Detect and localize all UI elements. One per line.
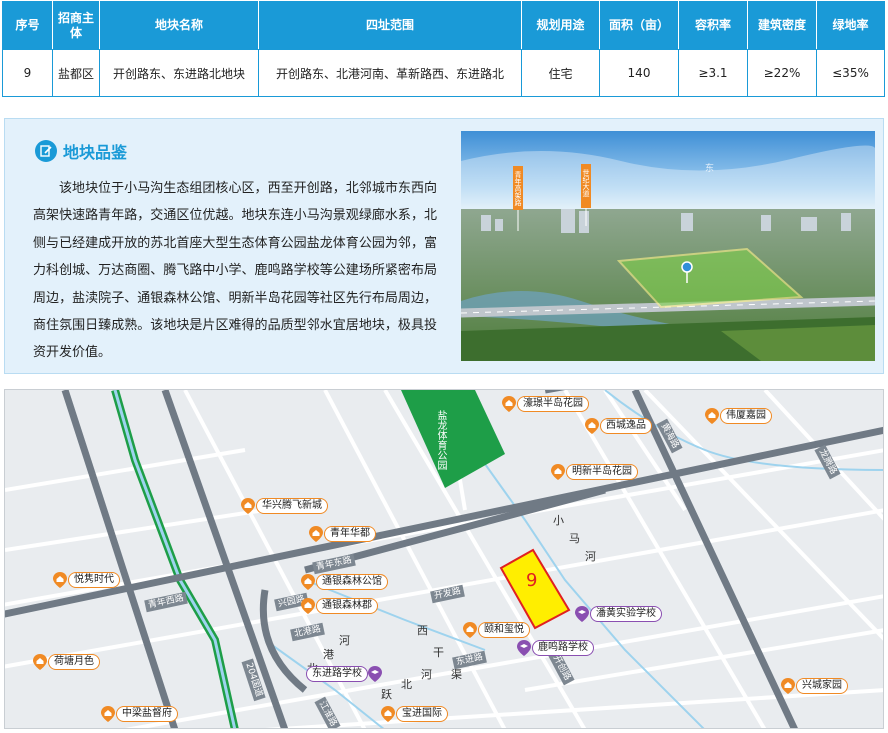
poi-label: 明新半岛花园 [566, 464, 638, 480]
xigan-canal-label-2: 干 [433, 646, 444, 659]
header-area: 面积（亩） [599, 1, 679, 50]
poi-huaxing[interactable]: 华兴腾飞新城 [241, 498, 328, 514]
school-pin-icon [368, 666, 382, 682]
residence-pin-icon [33, 654, 47, 670]
yuebei-river-label-2: 北 [401, 678, 412, 691]
poi-label: 华兴腾飞新城 [256, 498, 328, 514]
cell-serial: 9 [2, 49, 53, 97]
plot-number-label: 9 [526, 570, 538, 591]
poi-label: 鹿鸣路学校 [532, 640, 594, 656]
cell-area: 140 [599, 49, 679, 97]
poi-label: 中梁盐督府 [116, 706, 178, 722]
cell-green: ≤35% [816, 49, 885, 97]
header-density: 建筑密度 [747, 1, 817, 50]
poi-dongjin-school[interactable]: 东进路学校 [305, 666, 382, 682]
poi-label: 通银森林公馆 [316, 574, 388, 590]
poi-label: 宝进国际 [396, 706, 448, 722]
poi-label: 兴城家园 [796, 678, 848, 694]
header-usage: 规划用途 [521, 1, 600, 50]
poi-label: 青年华都 [324, 526, 376, 542]
poi-xicheng[interactable]: 西城逸品 [585, 418, 652, 434]
residence-pin-icon [502, 396, 516, 412]
residence-pin-icon [309, 526, 323, 542]
residence-pin-icon [705, 408, 719, 424]
poi-zhongliang[interactable]: 中梁盐督府 [101, 706, 178, 722]
poi-tongyin-gongguan[interactable]: 通银森林公馆 [301, 574, 388, 590]
edit-note-icon [35, 140, 57, 162]
yuebei-river-label-1: 跃 [381, 688, 392, 701]
plot-review-text: 该地块位于小马沟生态组团核心区，西至开创路，北邻城市东西向高架快速路青年路，交通… [33, 181, 437, 361]
cell-usage: 住宅 [521, 49, 600, 97]
residence-pin-icon [53, 572, 67, 588]
table-header-row: 序号 招商主体 地块名称 四址范围 规划用途 面积（亩） 容积率 建筑密度 绿地… [2, 1, 885, 50]
photo-tag-3: 东 [705, 162, 714, 174]
poi-label: 东进路学校 [306, 666, 368, 682]
residence-pin-icon [585, 418, 599, 434]
residence-pin-icon [241, 498, 255, 514]
header-far: 容积率 [678, 1, 748, 50]
poi-weisha[interactable]: 伟厦嘉园 [705, 408, 772, 424]
beigang-river-label-3: 河 [339, 634, 350, 647]
cell-boundary: 开创路东、北港河南、革新路西、东进路北 [258, 49, 522, 97]
photo-tag-2: 世纪大道 [582, 168, 590, 198]
land-info-table: 序号 招商主体 地块名称 四址范围 规划用途 面积（亩） 容积率 建筑密度 绿地… [2, 1, 885, 97]
header-plot-name: 地块名称 [99, 1, 259, 50]
residence-pin-icon [381, 706, 395, 722]
plot-review-heading: 地块品鉴 [35, 139, 127, 163]
poi-haojing[interactable]: 濠璟半岛花园 [502, 396, 589, 412]
poi-label: 颐和玺悦 [478, 622, 530, 638]
residence-pin-icon [101, 706, 115, 722]
poi-label: 荷塘月色 [48, 654, 100, 670]
table-row: 9 盐都区 开创路东、东进路北地块 开创路东、北港河南、革新路西、东进路北 住宅… [2, 49, 885, 97]
residence-pin-icon [551, 464, 565, 480]
xiaoma-river-label-3: 河 [585, 550, 596, 563]
cell-plot-name: 开创路东、东进路北地块 [99, 49, 259, 97]
cell-investor: 盐都区 [52, 49, 100, 97]
school-pin-icon [517, 640, 531, 656]
residence-pin-icon [301, 598, 315, 614]
residence-pin-icon [781, 678, 795, 694]
poi-label: 伟厦嘉园 [720, 408, 772, 424]
school-pin-icon [575, 606, 589, 622]
poi-xingcheng[interactable]: 兴城家园 [781, 678, 848, 694]
plot-review-panel: 地块品鉴 该地块位于小马沟生态组团核心区，西至开创路，北邻城市东西向高架快速路青… [4, 118, 884, 374]
location-map[interactable]: 9 盐龙体育公园 小 马 河 西 干 渠 北 港 河 跃 北 河 青年东路 青年… [4, 389, 884, 729]
park-label: 盐龙体育公园 [435, 410, 446, 470]
poi-yuejun[interactable]: 悦隽时代 [53, 572, 120, 588]
cell-far: ≥3.1 [678, 49, 748, 97]
poi-luming-school[interactable]: 鹿鸣路学校 [517, 640, 594, 656]
residence-pin-icon [301, 574, 315, 590]
poi-baojin[interactable]: 宝进国际 [381, 706, 448, 722]
poi-label: 悦隽时代 [68, 572, 120, 588]
cell-density: ≥22% [747, 49, 817, 97]
xiaoma-river-label-1: 小 [553, 514, 564, 527]
poi-label: 潘黄实验学校 [590, 606, 662, 622]
poi-label: 通银森林郡 [316, 598, 378, 614]
aerial-photo: 青年高架路 世纪大道 东 [461, 131, 875, 361]
xigan-canal-label-1: 西 [417, 624, 428, 637]
poi-mingxin[interactable]: 明新半岛花园 [551, 464, 638, 480]
beigang-river-label-2: 港 [323, 648, 334, 661]
plot-review-title: 地块品鉴 [63, 143, 128, 162]
header-investor: 招商主体 [52, 1, 100, 50]
residence-pin-icon [463, 622, 477, 638]
poi-tongyin-jun[interactable]: 通银森林郡 [301, 598, 378, 614]
yuebei-river-label-3: 河 [421, 668, 432, 681]
photo-tag-1: 青年高架路 [514, 170, 522, 207]
header-green: 绿地率 [816, 1, 885, 50]
xiaoma-river-label-2: 马 [569, 532, 580, 545]
poi-yihe[interactable]: 颐和玺悦 [463, 622, 530, 638]
header-serial: 序号 [2, 1, 53, 50]
poi-label: 濠璟半岛花园 [517, 396, 589, 412]
poi-panhuang-school[interactable]: 潘黄实验学校 [575, 606, 662, 622]
poi-qingnian-huadu[interactable]: 青年华都 [309, 526, 376, 542]
poi-label: 西城逸品 [600, 418, 652, 434]
header-boundary: 四址范围 [258, 1, 522, 50]
poi-hetang[interactable]: 荷塘月色 [33, 654, 100, 670]
